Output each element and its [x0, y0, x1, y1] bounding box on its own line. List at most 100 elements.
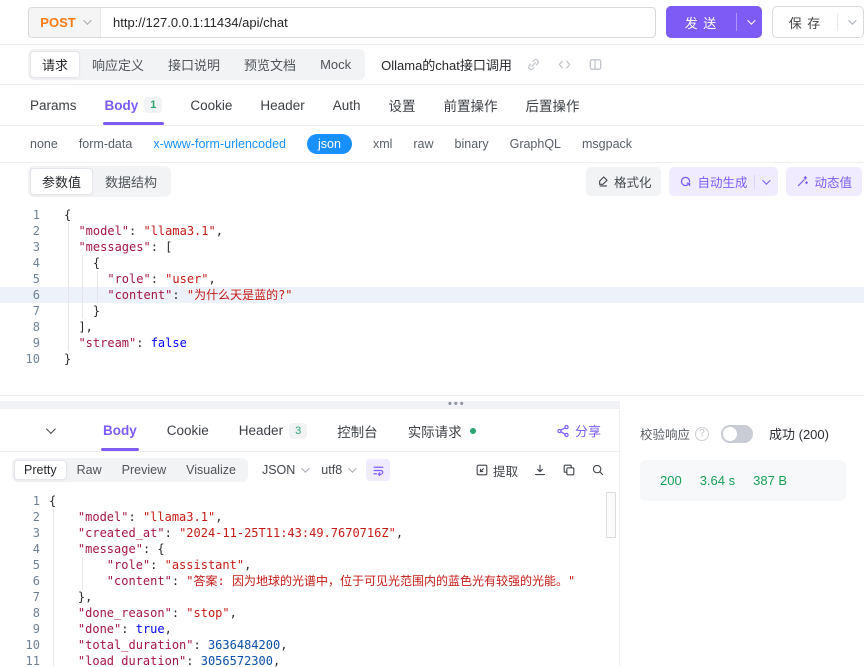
tab-response-cookie[interactable]: Cookie: [167, 410, 209, 451]
request-json-editor[interactable]: 1{2 "model": "llama3.1",3 "messages": [4…: [0, 200, 864, 396]
code-line: 9 "stream": false: [0, 335, 864, 351]
tab-response-body[interactable]: Body: [103, 410, 137, 451]
tab-response-definition[interactable]: 响应定义: [80, 51, 156, 78]
save-dropdown[interactable]: [838, 19, 863, 25]
request-tabs-row: Params Body1 Cookie Header Auth 设置 前置操作 …: [0, 85, 864, 126]
response-view-row: Pretty Raw Preview Visualize JSON utf8: [0, 452, 619, 488]
extract-box-icon: [475, 463, 489, 477]
indent-guide: [82, 573, 83, 589]
code-content: {: [49, 493, 56, 509]
tab-pre-actions[interactable]: 前置操作: [443, 85, 497, 125]
format-select[interactable]: JSON: [262, 463, 307, 477]
save-button[interactable]: 保 存: [772, 6, 864, 38]
send-button[interactable]: 发 送: [666, 6, 762, 38]
code-icon[interactable]: [557, 57, 572, 72]
auto-generate-button[interactable]: 自动生成: [669, 167, 778, 196]
line-number: 6: [0, 573, 40, 589]
tab-cookie[interactable]: Cookie: [190, 85, 232, 125]
indent-guide: [68, 271, 69, 287]
body-type-none[interactable]: none: [30, 137, 58, 151]
tab-auth[interactable]: Auth: [333, 85, 361, 125]
tab-body[interactable]: Body1: [105, 85, 163, 125]
collapse-response-button[interactable]: [46, 427, 53, 434]
chevron-down-icon[interactable]: [763, 176, 771, 184]
dynamic-value-button[interactable]: 动态值: [786, 167, 862, 196]
body-type-graphql[interactable]: GraphQL: [510, 137, 561, 151]
code-content: ],: [64, 319, 93, 335]
code-line: 11 "load_duration": 3056572300,: [0, 653, 619, 667]
response-view-switch: Pretty Raw Preview Visualize: [12, 458, 248, 482]
tab-raw[interactable]: Raw: [67, 460, 112, 480]
code-line: 8 "done_reason": "stop",: [0, 605, 619, 621]
code-line: 10 "total_duration": 3636484200,: [0, 637, 619, 653]
code-line: 4 {: [0, 255, 864, 271]
body-type-xml[interactable]: xml: [373, 137, 392, 151]
send-dropdown[interactable]: [737, 19, 762, 25]
tab-preview-doc[interactable]: 预览文档: [232, 51, 308, 78]
copy-icon[interactable]: [562, 463, 576, 477]
tab-actual-request[interactable]: 实际请求: [408, 410, 476, 451]
tab-pretty[interactable]: Pretty: [14, 460, 67, 480]
doc-tabs: 请求 响应定义 接口说明 预览文档 Mock: [28, 49, 365, 80]
tab-settings[interactable]: 设置: [388, 85, 415, 125]
code-content: "content": "答案: 因为地球的光谱中，位于可见光范围内的蓝色光有较强…: [49, 573, 575, 589]
link-icon[interactable]: [526, 57, 541, 72]
tab-console[interactable]: 控制台: [337, 410, 378, 451]
method-select[interactable]: POST: [29, 8, 101, 37]
response-tabs-row: Body Cookie Header3 控制台 实际请求 分享: [0, 410, 619, 452]
line-number: 7: [0, 589, 40, 605]
response-json-editor[interactable]: 1{2 "model": "llama3.1",3 "created_at": …: [0, 488, 619, 667]
tab-header[interactable]: Header: [260, 85, 304, 125]
method-label: POST: [40, 15, 75, 30]
response-tabs: Body Cookie Header3 控制台 实际请求: [103, 410, 476, 451]
body-type-form-data[interactable]: form-data: [79, 137, 133, 151]
indent-guide: [53, 509, 54, 525]
share-button[interactable]: 分享: [556, 421, 601, 440]
search-icon[interactable]: [591, 463, 605, 477]
tab-preview[interactable]: Preview: [112, 460, 176, 480]
encoding-select[interactable]: utf8: [321, 463, 354, 477]
body-type-binary[interactable]: binary: [455, 137, 489, 151]
toggle-knob: [723, 427, 737, 441]
code-line: 5 "role": "user",: [0, 271, 864, 287]
tab-data-schema[interactable]: 数据结构: [93, 168, 169, 195]
download-icon[interactable]: [533, 463, 547, 477]
wrap-text-icon: [372, 464, 385, 477]
response-size: 387 B: [753, 473, 787, 488]
code-line: 8 ],: [0, 319, 864, 335]
line-number: 9: [0, 335, 40, 351]
code-content: }: [64, 351, 71, 367]
body-editor-toolbar: 参数值 数据结构 格式化 自动生成 动态: [0, 162, 864, 200]
tab-post-actions[interactable]: 后置操作: [525, 85, 579, 125]
url-input[interactable]: http://127.0.0.1:11434/api/chat: [101, 15, 655, 30]
drag-handle-icon[interactable]: •••: [448, 400, 466, 408]
scrollbar-thumb[interactable]: [606, 492, 616, 538]
body-count-badge: 1: [144, 97, 162, 113]
indent-guide: [53, 557, 54, 573]
tab-request[interactable]: 请求: [30, 51, 80, 78]
tab-param-value[interactable]: 参数值: [30, 168, 93, 195]
tab-response-header[interactable]: Header3: [239, 410, 307, 451]
line-number: 2: [0, 223, 40, 239]
body-type-msgpack[interactable]: msgpack: [582, 137, 632, 151]
split-panel-icon[interactable]: [588, 57, 603, 72]
validation-toggle[interactable]: [721, 425, 753, 443]
wrap-text-button[interactable]: [366, 459, 390, 481]
body-type-raw[interactable]: raw: [413, 137, 433, 151]
extract-button[interactable]: 提取: [475, 461, 518, 480]
line-number: 8: [0, 605, 40, 621]
tab-mock[interactable]: Mock: [308, 53, 363, 76]
tab-api-description[interactable]: 接口说明: [156, 51, 232, 78]
body-type-urlencoded[interactable]: x-www-form-urlencoded: [153, 137, 286, 151]
indent-guide: [53, 573, 54, 589]
format-button[interactable]: 格式化: [586, 167, 662, 196]
line-number: 10: [0, 351, 40, 367]
tab-visualize[interactable]: Visualize: [176, 460, 246, 480]
status-code: 200: [660, 473, 682, 488]
tab-params[interactable]: Params: [30, 85, 77, 125]
indent-guide: [68, 287, 69, 303]
indent-guide: [82, 271, 83, 287]
question-circle-icon[interactable]: ?: [695, 427, 709, 441]
body-type-json[interactable]: json: [307, 134, 352, 154]
share-nodes-icon: [556, 424, 570, 438]
